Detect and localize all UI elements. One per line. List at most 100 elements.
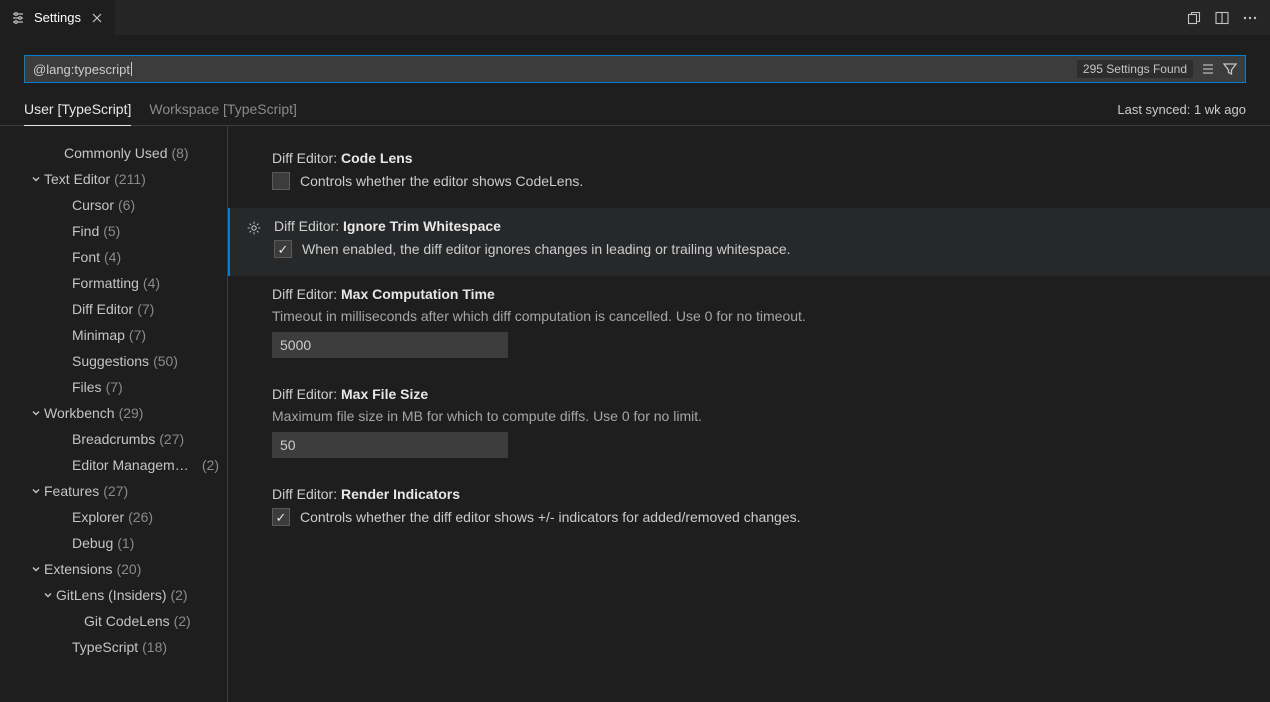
toc-count: (2) — [174, 613, 191, 629]
setting-diff-code-lens: Diff Editor: Code Lens Controls whether … — [272, 140, 1244, 208]
setting-category: Diff Editor: — [272, 150, 341, 166]
setting-title: Diff Editor: Max File Size — [272, 386, 1244, 402]
settings-search[interactable]: @lang:typescript 295 Settings Found — [24, 55, 1246, 83]
toc-item[interactable]: Explorer(26) — [0, 504, 227, 530]
toc-count: (7) — [106, 379, 123, 395]
toc-item[interactable]: Debug(1) — [0, 530, 227, 556]
checkbox-ignore-trim[interactable] — [274, 240, 292, 258]
toc-label: Workbench — [44, 405, 115, 421]
setting-name: Max Computation Time — [341, 286, 495, 302]
toc-label: Cursor — [72, 197, 114, 213]
toc-count: (18) — [142, 639, 167, 655]
chevron-down-icon — [28, 485, 44, 497]
toc-item[interactable]: Features(27) — [0, 478, 227, 504]
setting-category: Diff Editor: — [272, 286, 341, 302]
toc-count: (1) — [117, 535, 134, 551]
toc-label: Diff Editor — [72, 301, 133, 317]
setting-name: Max File Size — [341, 386, 428, 402]
toc-item[interactable]: TypeScript(18) — [0, 634, 227, 660]
setting-diff-ignore-trim: Diff Editor: Ignore Trim Whitespace When… — [228, 208, 1270, 276]
toc-label: GitLens (Insiders) — [56, 587, 166, 603]
gear-icon[interactable] — [246, 220, 262, 236]
input-max-computation[interactable] — [272, 332, 508, 358]
close-icon[interactable] — [89, 10, 105, 26]
search-results-count: 295 Settings Found — [1077, 60, 1193, 78]
checkbox-render-indicators[interactable] — [272, 508, 290, 526]
search-value: @lang:typescript — [33, 62, 130, 77]
toc-label: Find — [72, 223, 99, 239]
split-editor-icon[interactable] — [1214, 10, 1230, 26]
input-max-file-size[interactable] — [272, 432, 508, 458]
toc-item[interactable]: Git CodeLens(2) — [0, 608, 227, 634]
toc-item[interactable]: Cursor(6) — [0, 192, 227, 218]
toc-item[interactable]: Workbench(29) — [0, 400, 227, 426]
toc-label: Suggestions — [72, 353, 149, 369]
setting-name: Code Lens — [341, 150, 413, 166]
toc-item[interactable]: Minimap(7) — [0, 322, 227, 348]
toc-count: (7) — [129, 327, 146, 343]
toc-count: (8) — [171, 145, 188, 161]
setting-title: Diff Editor: Code Lens — [272, 150, 1244, 166]
setting-title: Diff Editor: Max Computation Time — [272, 286, 1244, 302]
more-actions-icon[interactable] — [1242, 10, 1258, 26]
setting-diff-max-computation: Diff Editor: Max Computation Time Timeou… — [272, 276, 1244, 376]
chevron-down-icon — [28, 563, 44, 575]
toc-count: (26) — [128, 509, 153, 525]
tab-workspace[interactable]: Workspace [TypeScript] — [149, 95, 297, 125]
toc-count: (27) — [159, 431, 184, 447]
open-settings-json-icon[interactable] — [1186, 10, 1202, 26]
toc-item[interactable]: Suggestions(50) — [0, 348, 227, 374]
toc-item[interactable]: Files(7) — [0, 374, 227, 400]
toc-item[interactable]: Breadcrumbs(27) — [0, 426, 227, 452]
toc-count: (211) — [114, 171, 146, 187]
chevron-down-icon — [28, 407, 44, 419]
toc-item[interactable]: GitLens (Insiders)(2) — [0, 582, 227, 608]
toc-count: (5) — [103, 223, 120, 239]
toc-item[interactable]: Find(5) — [0, 218, 227, 244]
setting-desc: When enabled, the diff editor ignores ch… — [302, 241, 791, 257]
scope-row: User [TypeScript] Workspace [TypeScript]… — [0, 83, 1270, 126]
toc-label: Formatting — [72, 275, 139, 291]
toc-label: Font — [72, 249, 100, 265]
toc-label: Minimap — [72, 327, 125, 343]
toc-count: (4) — [104, 249, 121, 265]
search-row: @lang:typescript 295 Settings Found — [0, 35, 1270, 83]
toc-count: (7) — [137, 301, 154, 317]
setting-diff-render-indicators: Diff Editor: Render Indicators Controls … — [272, 476, 1244, 544]
setting-desc: Controls whether the editor shows CodeLe… — [300, 173, 583, 189]
toc-item[interactable]: Diff Editor(7) — [0, 296, 227, 322]
toc-label: Editor Managem… — [72, 457, 189, 473]
chevron-down-icon — [40, 589, 56, 601]
toc-label: Commonly Used — [64, 145, 167, 161]
settings-toc: Commonly Used(8)Text Editor(211)Cursor(6… — [0, 126, 228, 702]
toc-label: Explorer — [72, 509, 124, 525]
setting-diff-max-file-size: Diff Editor: Max File Size Maximum file … — [272, 376, 1244, 476]
toc-count: (50) — [153, 353, 178, 369]
toc-item[interactable]: Extensions(20) — [0, 556, 227, 582]
setting-name: Render Indicators — [341, 486, 460, 502]
tab-user[interactable]: User [TypeScript] — [24, 95, 131, 126]
clear-search-icon[interactable] — [1197, 58, 1219, 80]
toc-label: Debug — [72, 535, 113, 551]
tab-title: Settings — [34, 10, 81, 25]
filter-icon[interactable] — [1219, 58, 1241, 80]
toc-item[interactable]: Formatting(4) — [0, 270, 227, 296]
search-input[interactable] — [132, 62, 1077, 77]
toc-label: Extensions — [44, 561, 112, 577]
titlebar: Settings — [0, 0, 1270, 35]
toc-item[interactable]: Editor Managem… (2) — [0, 452, 227, 478]
toc-item[interactable]: Commonly Used(8) — [0, 140, 227, 166]
toc-count: (2) — [202, 457, 227, 473]
toc-count: (2) — [170, 587, 187, 603]
toc-count: (4) — [143, 275, 160, 291]
toc-item[interactable]: Text Editor(211) — [0, 166, 227, 192]
settings-tab[interactable]: Settings — [0, 0, 115, 35]
toc-count: (20) — [116, 561, 141, 577]
toc-item[interactable]: Font(4) — [0, 244, 227, 270]
checkbox-code-lens[interactable] — [272, 172, 290, 190]
setting-title: Diff Editor: Ignore Trim Whitespace — [274, 218, 1244, 234]
setting-desc: Timeout in milliseconds after which diff… — [272, 308, 1244, 324]
toc-count: (29) — [119, 405, 144, 421]
chevron-down-icon — [28, 173, 44, 185]
setting-title: Diff Editor: Render Indicators — [272, 486, 1244, 502]
